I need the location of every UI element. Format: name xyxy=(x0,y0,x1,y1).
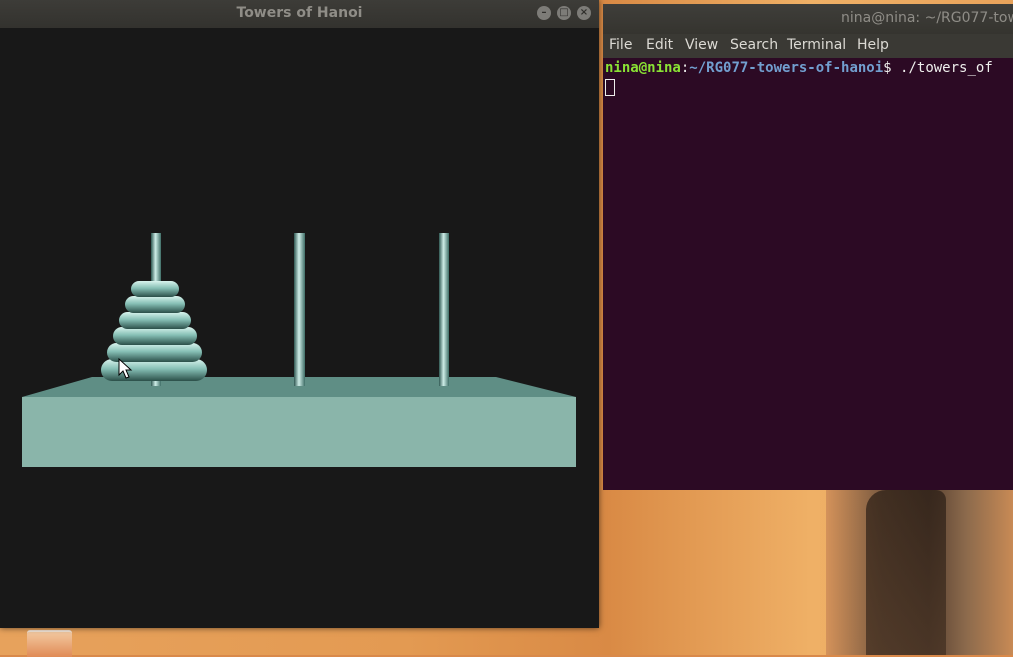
disk-1[interactable] xyxy=(131,281,179,297)
terminal-content[interactable]: nina@nina:~/RG077-towers-of-hanoi$ ./tow… xyxy=(603,58,1013,490)
menu-search[interactable]: Search xyxy=(730,34,778,58)
menu-terminal[interactable]: Terminal xyxy=(787,34,846,58)
maximize-button[interactable]: □ xyxy=(557,6,571,20)
terminal-window[interactable]: nina@nina: ~/RG077-tow File Edit View Se… xyxy=(603,4,1013,490)
peg-2 xyxy=(294,233,305,386)
menu-help[interactable]: Help xyxy=(857,34,889,58)
board-front-face xyxy=(22,397,576,467)
disk-2[interactable] xyxy=(125,296,185,313)
hanoi-titlebar[interactable]: Towers of Hanoi – □ × xyxy=(0,0,599,28)
menu-file[interactable]: File xyxy=(609,34,632,58)
disk-4[interactable] xyxy=(113,327,197,345)
menu-view[interactable]: View xyxy=(685,34,718,58)
dock-item-icon[interactable] xyxy=(27,630,72,657)
prompt-line: nina@nina:~/RG077-towers-of-hanoi$ ./tow… xyxy=(605,60,993,76)
wallpaper-rock xyxy=(826,490,1013,655)
terminal-menubar: File Edit View Search Terminal Help xyxy=(603,34,1013,58)
minimize-button[interactable]: – xyxy=(537,6,551,20)
close-button[interactable]: × xyxy=(577,6,591,20)
prompt-path: ~/RG077-towers-of-hanoi xyxy=(689,60,884,76)
terminal-titlebar[interactable]: nina@nina: ~/RG077-tow xyxy=(603,4,1013,34)
peg-3 xyxy=(439,233,449,386)
disk-6[interactable] xyxy=(101,359,207,381)
window-title: Towers of Hanoi xyxy=(236,5,363,21)
prompt-command: ./towers_of xyxy=(891,60,993,76)
terminal-title: nina@nina: ~/RG077-tow xyxy=(841,10,1013,26)
prompt-symbol: $ xyxy=(883,60,892,76)
menu-edit[interactable]: Edit xyxy=(646,34,673,58)
prompt-user-host: nina@nina xyxy=(605,60,681,76)
hanoi-window[interactable]: Towers of Hanoi – □ × xyxy=(0,0,599,628)
disk-3[interactable] xyxy=(119,312,191,329)
disk-5[interactable] xyxy=(107,343,202,362)
text-cursor xyxy=(605,79,615,96)
hanoi-3d-canvas[interactable] xyxy=(0,28,599,628)
